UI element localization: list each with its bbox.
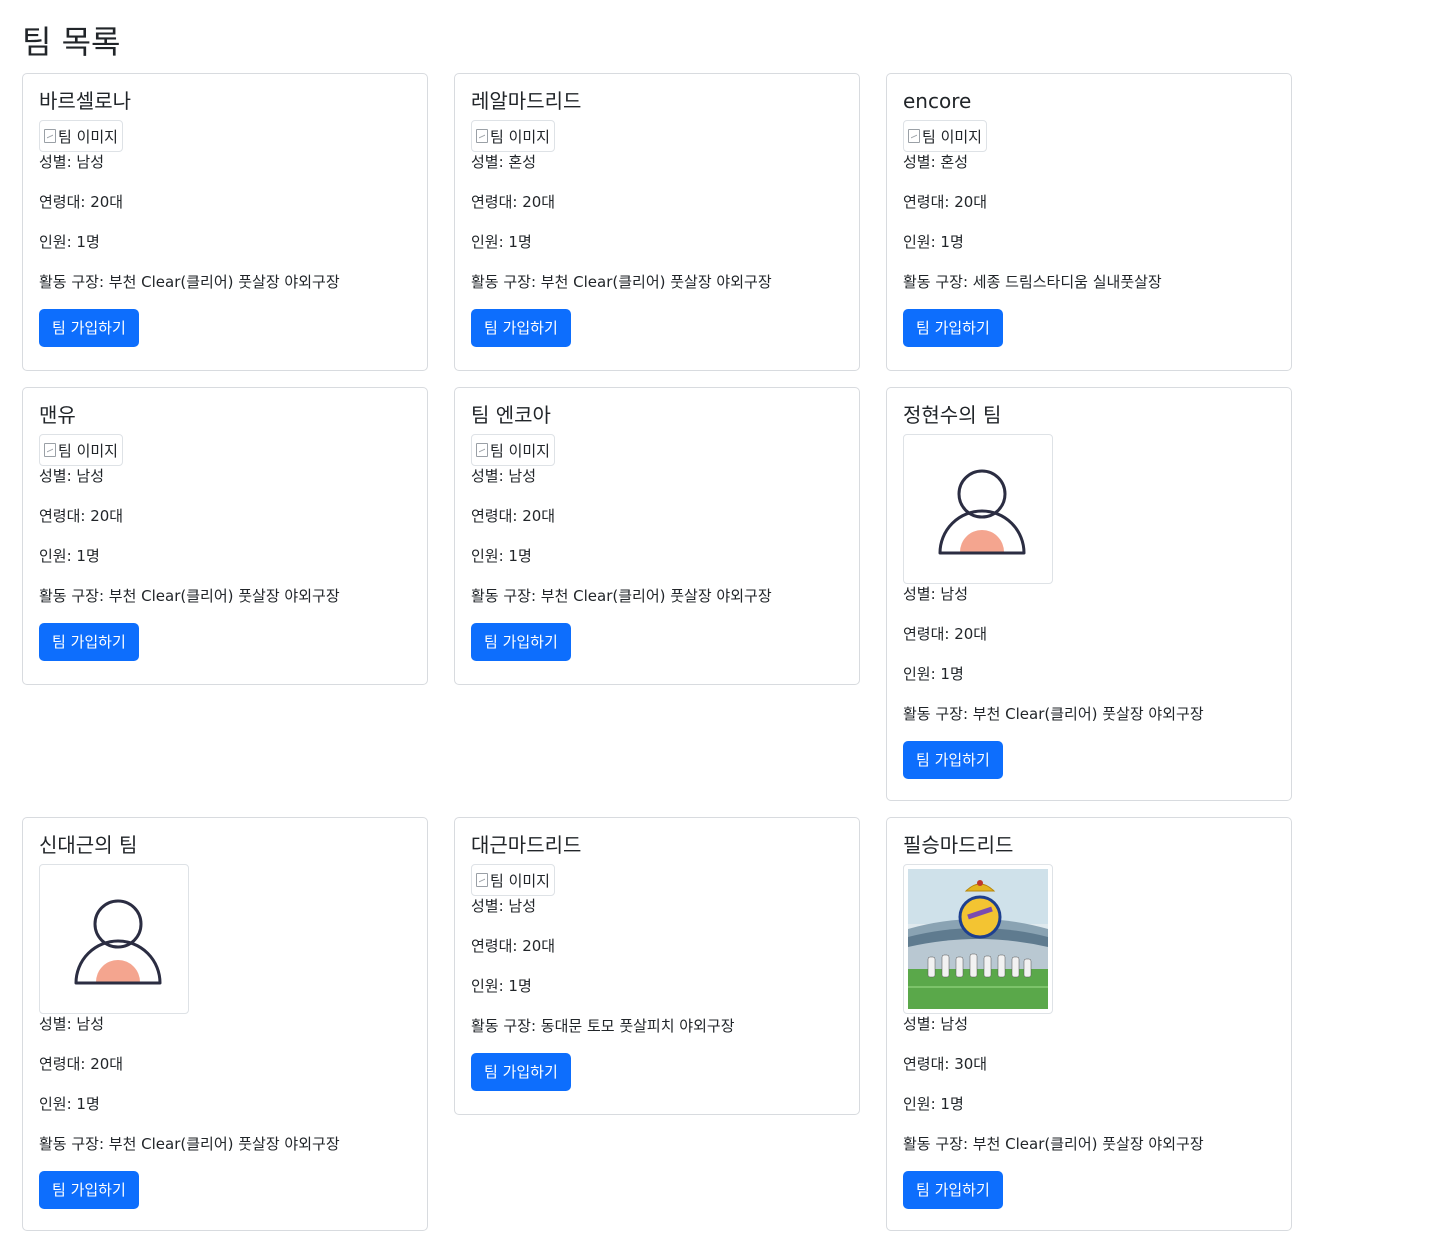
- stadium-crest-image: [908, 869, 1048, 1009]
- join-team-button[interactable]: 팀 가입하기: [903, 309, 1003, 347]
- team-card: 팀 엔코아 팀 이미지 성별: 남성 연령대: 20대 인원: 1명 활동 구장…: [454, 387, 860, 685]
- image-alt-text: 팀 이미지: [490, 441, 550, 460]
- team-card: 신대근의 팀 성별: 남성 연령대: 20대 인원: 1명 활동 구장: 부천 …: [22, 817, 428, 1231]
- broken-image-icon: [44, 129, 56, 143]
- team-gender: 성별: 남성: [39, 1015, 105, 1033]
- team-image-broken: 팀 이미지: [471, 864, 555, 896]
- image-alt-text: 팀 이미지: [490, 127, 550, 146]
- team-members: 인원: 1명: [39, 1095, 100, 1113]
- team-age: 연령대: 20대: [471, 193, 556, 211]
- team-image-broken: 팀 이미지: [39, 120, 123, 152]
- join-team-button[interactable]: 팀 가입하기: [471, 309, 571, 347]
- team-age: 연령대: 20대: [39, 193, 124, 211]
- team-field: 활동 구장: 세종 드림스타디움 실내풋살장: [903, 273, 1162, 291]
- avatar-icon: [74, 899, 162, 985]
- team-gender: 성별: 남성: [471, 897, 537, 915]
- team-members: 인원: 1명: [903, 665, 964, 683]
- team-card: 레알마드리드 팀 이미지 성별: 혼성 연령대: 20대 인원: 1명 활동 구…: [454, 73, 860, 371]
- team-age: 연령대: 20대: [903, 625, 988, 643]
- join-team-button[interactable]: 팀 가입하기: [39, 309, 139, 347]
- team-gender: 성별: 남성: [903, 585, 969, 603]
- team-field: 활동 구장: 부천 Clear(클리어) 풋살장 야외구장: [39, 587, 340, 605]
- join-team-button[interactable]: 팀 가입하기: [39, 623, 139, 661]
- team-age: 연령대: 20대: [471, 507, 556, 525]
- team-gender: 성별: 남성: [39, 153, 105, 171]
- team-name: 바르셀로나: [39, 89, 131, 113]
- team-gender: 성별: 남성: [39, 467, 105, 485]
- image-alt-text: 팀 이미지: [58, 441, 118, 460]
- team-image: [903, 434, 1053, 584]
- team-card: 바르셀로나 팀 이미지 성별: 남성 연령대: 20대 인원: 1명 활동 구장…: [22, 73, 428, 371]
- team-members: 인원: 1명: [39, 233, 100, 251]
- team-name: encore: [903, 89, 972, 113]
- team-members: 인원: 1명: [471, 547, 532, 565]
- team-field: 활동 구장: 부천 Clear(클리어) 풋살장 야외구장: [39, 273, 340, 291]
- team-name: 레알마드리드: [471, 89, 582, 113]
- join-team-button[interactable]: 팀 가입하기: [903, 1171, 1003, 1209]
- broken-image-icon: [44, 443, 56, 457]
- join-team-button[interactable]: 팀 가입하기: [39, 1171, 139, 1209]
- broken-image-icon: [476, 443, 488, 457]
- team-name: 맨유: [39, 403, 76, 427]
- team-members: 인원: 1명: [903, 233, 964, 251]
- broken-image-icon: [908, 129, 920, 143]
- team-name: 팀 엔코아: [471, 403, 551, 427]
- avatar-icon: [938, 469, 1026, 555]
- team-image-broken: 팀 이미지: [471, 434, 555, 466]
- team-image: [39, 864, 189, 1014]
- team-gender: 성별: 남성: [903, 1015, 969, 1033]
- team-image: [903, 864, 1053, 1014]
- team-card: encore 팀 이미지 성별: 혼성 연령대: 20대 인원: 1명 활동 구…: [886, 73, 1292, 371]
- team-age: 연령대: 20대: [471, 937, 556, 955]
- team-image-broken: 팀 이미지: [903, 120, 987, 152]
- team-gender: 성별: 남성: [471, 467, 537, 485]
- join-team-button[interactable]: 팀 가입하기: [471, 623, 571, 661]
- join-team-button[interactable]: 팀 가입하기: [471, 1053, 571, 1091]
- image-alt-text: 팀 이미지: [922, 127, 982, 146]
- team-image-broken: 팀 이미지: [471, 120, 555, 152]
- team-members: 인원: 1명: [471, 977, 532, 995]
- team-name: 신대근의 팀: [39, 833, 138, 857]
- team-gender: 성별: 혼성: [903, 153, 969, 171]
- image-alt-text: 팀 이미지: [58, 127, 118, 146]
- team-field: 활동 구장: 동대문 토모 풋살피치 야외구장: [471, 1017, 735, 1035]
- team-field: 활동 구장: 부천 Clear(클리어) 풋살장 야외구장: [471, 587, 772, 605]
- team-members: 인원: 1명: [39, 547, 100, 565]
- team-card: 필승마드리드 성별: 남성 연령대: 30대 인원: 1명 활동 구장: 부천 …: [886, 817, 1292, 1231]
- team-image-broken: 팀 이미지: [39, 434, 123, 466]
- team-field: 활동 구장: 부천 Clear(클리어) 풋살장 야외구장: [39, 1135, 340, 1153]
- team-card: 맨유 팀 이미지 성별: 남성 연령대: 20대 인원: 1명 활동 구장: 부…: [22, 387, 428, 685]
- team-field: 활동 구장: 부천 Clear(클리어) 풋살장 야외구장: [903, 1135, 1204, 1153]
- team-members: 인원: 1명: [903, 1095, 964, 1113]
- team-card: 정현수의 팀 성별: 남성 연령대: 20대 인원: 1명 활동 구장: 부천 …: [886, 387, 1292, 801]
- team-members: 인원: 1명: [471, 233, 532, 251]
- page-title: 팀 목록: [22, 23, 121, 61]
- team-field: 활동 구장: 부천 Clear(클리어) 풋살장 야외구장: [471, 273, 772, 291]
- team-age: 연령대: 20대: [903, 193, 988, 211]
- image-alt-text: 팀 이미지: [490, 871, 550, 890]
- team-name: 대근마드리드: [471, 833, 582, 857]
- team-age: 연령대: 20대: [39, 507, 124, 525]
- team-card: 대근마드리드 팀 이미지 성별: 남성 연령대: 20대 인원: 1명 활동 구…: [454, 817, 860, 1115]
- team-name: 정현수의 팀: [903, 403, 1002, 427]
- team-gender: 성별: 혼성: [471, 153, 537, 171]
- broken-image-icon: [476, 873, 488, 887]
- team-name: 필승마드리드: [903, 833, 1014, 857]
- team-field: 활동 구장: 부천 Clear(클리어) 풋살장 야외구장: [903, 705, 1204, 723]
- team-age: 연령대: 20대: [39, 1055, 124, 1073]
- broken-image-icon: [476, 129, 488, 143]
- join-team-button[interactable]: 팀 가입하기: [903, 741, 1003, 779]
- team-age: 연령대: 30대: [903, 1055, 988, 1073]
